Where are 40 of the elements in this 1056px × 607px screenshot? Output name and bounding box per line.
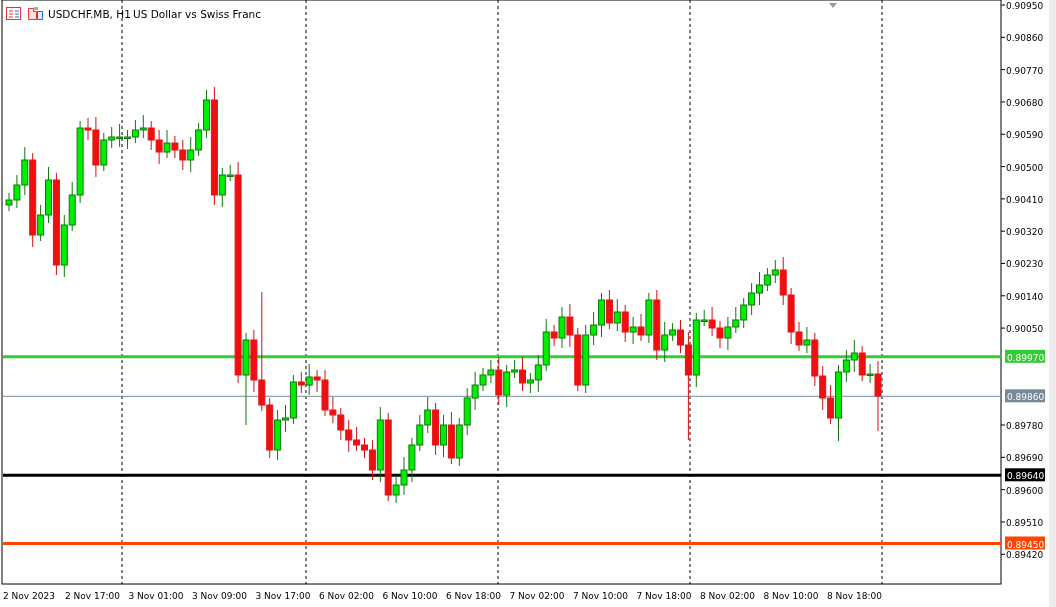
time-axis-label: 8 Nov 10:00 xyxy=(763,591,819,601)
time-axis-label: 6 Nov 18:00 xyxy=(446,591,501,601)
time-axis-label: 3 Nov 17:00 xyxy=(255,591,311,601)
time-axis-label: 7 Nov 02:00 xyxy=(509,591,565,601)
symbol-description: US Dollar vs Swiss Franc xyxy=(133,7,262,20)
price-axis-label: 0.90860 xyxy=(1006,33,1044,44)
price-axis-label: 0.90680 xyxy=(1006,97,1044,108)
price-axis-label: 0.90500 xyxy=(1006,162,1044,173)
price-axis-label: 0.90140 xyxy=(1006,291,1044,302)
shift-marker-icon[interactable] xyxy=(829,3,837,8)
price-level-badge: 0.89450 xyxy=(1005,536,1045,550)
time-axis-label: 8 Nov 18:00 xyxy=(827,591,882,601)
time-axis-label: 6 Nov 10:00 xyxy=(382,591,438,601)
price-axis-label: 0.89690 xyxy=(1006,453,1044,464)
time-axis-label: 7 Nov 18:00 xyxy=(636,591,692,601)
list-icon[interactable] xyxy=(6,7,21,20)
time-axis-label: 2 Nov 17:00 xyxy=(65,591,120,601)
price-axis-label: 0.89780 xyxy=(1006,421,1044,432)
time-axis-label: 7 Nov 10:00 xyxy=(573,591,628,601)
time-axis-label: 6 Nov 02:00 xyxy=(319,591,374,601)
price-axis-label: 0.90230 xyxy=(1006,259,1044,270)
time-axis-label: 3 Nov 09:00 xyxy=(192,591,247,601)
price-level-badge: 0.89860 xyxy=(1005,389,1045,403)
price-axis-label: 0.90410 xyxy=(1006,194,1044,205)
price-level-badge: 0.89640 xyxy=(1005,468,1045,482)
price-level-line[interactable] xyxy=(3,473,1001,477)
price-axis-label: 0.90770 xyxy=(1006,65,1044,76)
price-axis-label: 0.90320 xyxy=(1006,227,1044,238)
price-axis-label: 0.89420 xyxy=(1006,550,1044,561)
price-axis-label: 0.90050 xyxy=(1006,324,1044,335)
price-level-badge: 0.89970 xyxy=(1005,349,1045,363)
price-axis-label: 0.90590 xyxy=(1006,130,1044,141)
time-axis-label: 2 Nov 2023 xyxy=(3,591,55,601)
time-axis-label: 8 Nov 02:00 xyxy=(700,591,755,601)
chart-title: USDCHF.MB, H1 xyxy=(48,7,131,20)
price-axis-label: 0.90950 xyxy=(1006,1,1044,11)
time-axis-label: 3 Nov 01:00 xyxy=(128,591,184,601)
price-axis-label: 0.89510 xyxy=(1006,517,1044,528)
price-axis-label: 0.89600 xyxy=(1006,485,1044,496)
trade-icon[interactable] xyxy=(28,7,43,20)
